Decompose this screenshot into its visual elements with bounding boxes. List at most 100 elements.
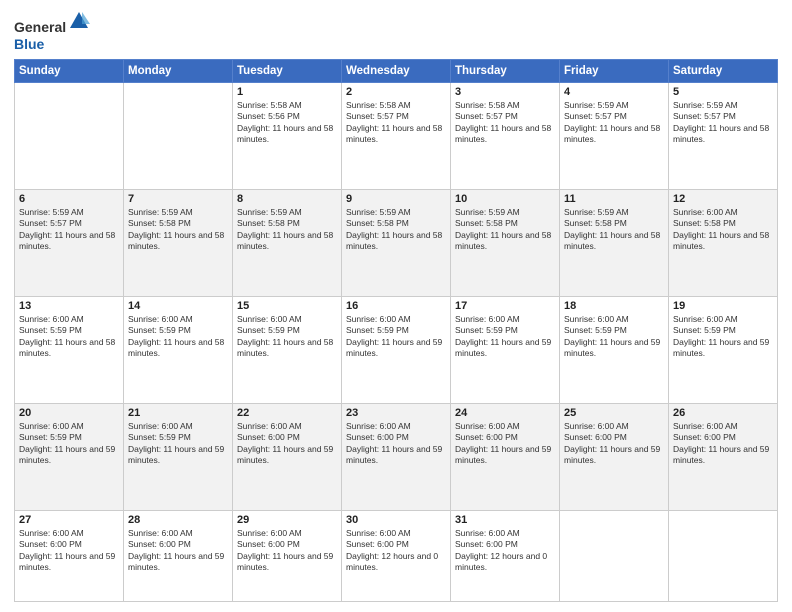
day-number: 30 — [346, 514, 446, 526]
day-detail: Sunrise: 5:58 AMSunset: 5:57 PMDaylight:… — [455, 100, 555, 146]
day-detail: Sunrise: 6:00 AMSunset: 5:59 PMDaylight:… — [346, 314, 446, 360]
calendar-cell: 15 Sunrise: 6:00 AMSunset: 5:59 PMDayligh… — [233, 296, 342, 403]
day-number: 5 — [673, 86, 773, 98]
day-detail: Sunrise: 5:59 AMSunset: 5:58 PMDaylight:… — [128, 207, 228, 253]
week-row-2: 6Sunrise: 5:59 AMSunset: 5:57 PMDaylight… — [15, 189, 778, 296]
day-detail: Sunrise: 6:00 AMSunset: 5:59 PMDaylight:… — [455, 314, 555, 360]
calendar-cell: 11Sunrise: 5:59 AMSunset: 5:58 PMDayligh… — [560, 189, 669, 296]
day-detail: Sunrise: 6:00 AMSunset: 5:58 PMDaylight:… — [673, 207, 773, 253]
weekday-header-monday: Monday — [124, 59, 233, 82]
calendar-cell: 19 Sunrise: 6:00 AMSunset: 5:59 PMDayligh… — [669, 296, 778, 403]
week-row-1: 1Sunrise: 5:58 AMSunset: 5:56 PMDaylight… — [15, 82, 778, 189]
calendar-cell: 31 Sunrise: 6:00 AMSunset: 6:00 PMDayligh… — [451, 510, 560, 601]
day-number: 17 — [455, 300, 555, 312]
day-number: 24 — [455, 407, 555, 419]
calendar-cell: 12 Sunrise: 6:00 AMSunset: 5:58 PMDayligh… — [669, 189, 778, 296]
calendar-cell: 18 Sunrise: 6:00 AMSunset: 5:59 PMDayligh… — [560, 296, 669, 403]
day-detail: Sunrise: 5:59 AMSunset: 5:57 PMDaylight:… — [19, 207, 119, 253]
weekday-header-thursday: Thursday — [451, 59, 560, 82]
day-detail: Sunrise: 6:00 AMSunset: 6:00 PMDaylight:… — [346, 528, 446, 574]
weekday-header-sunday: Sunday — [15, 59, 124, 82]
calendar-cell: 2Sunrise: 5:58 AMSunset: 5:57 PMDaylight… — [342, 82, 451, 189]
day-detail: Sunrise: 5:59 AMSunset: 5:57 PMDaylight:… — [564, 100, 664, 146]
day-detail: Sunrise: 6:00 AMSunset: 6:00 PMDaylight:… — [455, 421, 555, 467]
weekday-header-saturday: Saturday — [669, 59, 778, 82]
calendar-cell: 21 Sunrise: 6:00 AMSunset: 5:59 PMDayligh… — [124, 403, 233, 510]
day-detail: Sunrise: 6:00 AMSunset: 6:00 PMDaylight:… — [237, 421, 337, 467]
day-detail: Sunrise: 5:58 AMSunset: 5:57 PMDaylight:… — [346, 100, 446, 146]
day-number: 22 — [237, 407, 337, 419]
weekday-header-wednesday: Wednesday — [342, 59, 451, 82]
calendar-cell: 30 Sunrise: 6:00 AMSunset: 6:00 PMDayligh… — [342, 510, 451, 601]
calendar-table: SundayMondayTuesdayWednesdayThursdayFrid… — [14, 59, 778, 602]
day-detail: Sunrise: 6:00 AMSunset: 5:59 PMDaylight:… — [237, 314, 337, 360]
day-number: 29 — [237, 514, 337, 526]
day-detail: Sunrise: 6:00 AMSunset: 6:00 PMDaylight:… — [564, 421, 664, 467]
week-row-4: 20 Sunrise: 6:00 AMSunset: 5:59 PMDayligh… — [15, 403, 778, 510]
week-row-3: 13 Sunrise: 6:00 AMSunset: 5:59 PMDayligh… — [15, 296, 778, 403]
day-detail: Sunrise: 6:00 AMSunset: 6:00 PMDaylight:… — [19, 528, 119, 574]
calendar-cell: 13 Sunrise: 6:00 AMSunset: 5:59 PMDayligh… — [15, 296, 124, 403]
day-number: 27 — [19, 514, 119, 526]
logo-text: General Blue — [14, 10, 90, 53]
day-detail: Sunrise: 6:00 AMSunset: 5:59 PMDaylight:… — [128, 421, 228, 467]
day-number: 20 — [19, 407, 119, 419]
calendar-cell — [560, 510, 669, 601]
day-number: 14 — [128, 300, 228, 312]
weekday-header-row: SundayMondayTuesdayWednesdayThursdayFrid… — [15, 59, 778, 82]
day-number: 3 — [455, 86, 555, 98]
day-number: 31 — [455, 514, 555, 526]
day-detail: Sunrise: 6:00 AMSunset: 5:59 PMDaylight:… — [564, 314, 664, 360]
day-number: 28 — [128, 514, 228, 526]
week-row-5: 27 Sunrise: 6:00 AMSunset: 6:00 PMDayligh… — [15, 510, 778, 601]
calendar-cell: 25 Sunrise: 6:00 AMSunset: 6:00 PMDayligh… — [560, 403, 669, 510]
logo-blue: Blue — [14, 36, 44, 52]
logo-general: General — [14, 19, 66, 35]
logo-icon — [68, 10, 90, 32]
calendar-cell: 24 Sunrise: 6:00 AMSunset: 6:00 PMDayligh… — [451, 403, 560, 510]
calendar-cell: 16 Sunrise: 6:00 AMSunset: 5:59 PMDayligh… — [342, 296, 451, 403]
calendar-cell: 23 Sunrise: 6:00 AMSunset: 6:00 PMDayligh… — [342, 403, 451, 510]
day-number: 15 — [237, 300, 337, 312]
weekday-header-friday: Friday — [560, 59, 669, 82]
calendar-cell — [15, 82, 124, 189]
day-number: 1 — [237, 86, 337, 98]
day-number: 23 — [346, 407, 446, 419]
day-number: 12 — [673, 193, 773, 205]
day-number: 10 — [455, 193, 555, 205]
day-detail: Sunrise: 6:00 AMSunset: 5:59 PMDaylight:… — [19, 421, 119, 467]
calendar-cell: 4Sunrise: 5:59 AMSunset: 5:57 PMDaylight… — [560, 82, 669, 189]
day-detail: Sunrise: 6:00 AMSunset: 6:00 PMDaylight:… — [237, 528, 337, 574]
day-number: 16 — [346, 300, 446, 312]
calendar-cell: 28Sunrise: 6:00 AMSunset: 6:00 PMDayligh… — [124, 510, 233, 601]
calendar-cell: 22 Sunrise: 6:00 AMSunset: 6:00 PMDayligh… — [233, 403, 342, 510]
logo: General Blue — [14, 10, 90, 53]
day-number: 13 — [19, 300, 119, 312]
day-detail: Sunrise: 6:00 AMSunset: 6:00 PMDaylight:… — [455, 528, 555, 574]
calendar-cell: 3 Sunrise: 5:58 AMSunset: 5:57 PMDaylight… — [451, 82, 560, 189]
day-detail: Sunrise: 5:59 AMSunset: 5:58 PMDaylight:… — [564, 207, 664, 253]
day-detail: Sunrise: 6:00 AMSunset: 5:59 PMDaylight:… — [673, 314, 773, 360]
day-number: 25 — [564, 407, 664, 419]
calendar-cell: 26Sunrise: 6:00 AMSunset: 6:00 PMDayligh… — [669, 403, 778, 510]
day-number: 8 — [237, 193, 337, 205]
header: General Blue — [14, 10, 778, 53]
day-number: 26 — [673, 407, 773, 419]
day-detail: Sunrise: 5:59 AMSunset: 5:58 PMDaylight:… — [346, 207, 446, 253]
day-detail: Sunrise: 5:59 AMSunset: 5:57 PMDaylight:… — [673, 100, 773, 146]
calendar-cell: 9Sunrise: 5:59 AMSunset: 5:58 PMDaylight… — [342, 189, 451, 296]
day-number: 21 — [128, 407, 228, 419]
day-number: 18 — [564, 300, 664, 312]
page: General Blue SundayMondayTuesdayWednesda… — [0, 0, 792, 612]
calendar-cell: 17 Sunrise: 6:00 AMSunset: 5:59 PMDayligh… — [451, 296, 560, 403]
calendar-cell: 5 Sunrise: 5:59 AMSunset: 5:57 PMDaylight… — [669, 82, 778, 189]
day-number: 7 — [128, 193, 228, 205]
calendar-cell: 14Sunrise: 6:00 AMSunset: 5:59 PMDayligh… — [124, 296, 233, 403]
day-number: 19 — [673, 300, 773, 312]
calendar-cell: 1Sunrise: 5:58 AMSunset: 5:56 PMDaylight… — [233, 82, 342, 189]
calendar-cell: 8Sunrise: 5:59 AMSunset: 5:58 PMDaylight… — [233, 189, 342, 296]
day-detail: Sunrise: 6:00 AMSunset: 6:00 PMDaylight:… — [346, 421, 446, 467]
weekday-header-tuesday: Tuesday — [233, 59, 342, 82]
calendar-cell: 29 Sunrise: 6:00 AMSunset: 6:00 PMDayligh… — [233, 510, 342, 601]
day-detail: Sunrise: 6:00 AMSunset: 5:59 PMDaylight:… — [19, 314, 119, 360]
